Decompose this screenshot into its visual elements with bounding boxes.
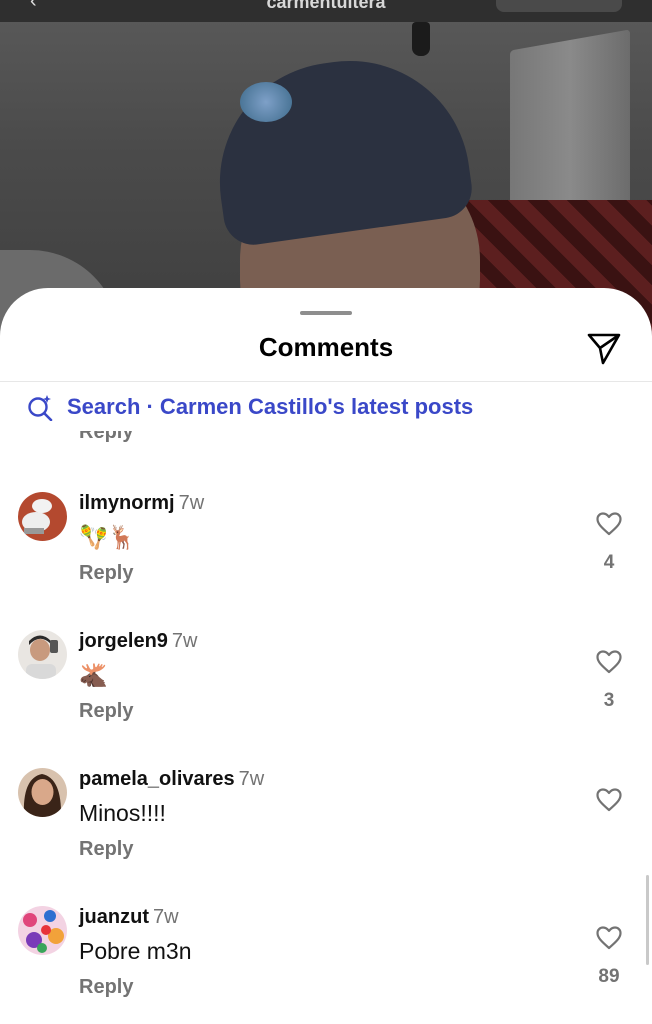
photo-ceiling-light — [412, 22, 430, 56]
comment-text: 🪇🦌 — [79, 524, 137, 550]
scrollbar[interactable] — [646, 875, 649, 965]
comment-text: Minos!!!! — [79, 800, 166, 826]
comment-time: 7w — [171, 630, 198, 652]
like-count: 89 — [598, 966, 620, 987]
avatar[interactable] — [18, 630, 67, 679]
post-top-bar: ‹ carmentultera — [0, 0, 652, 22]
like-count: 3 — [603, 690, 615, 711]
comment-item: juanzut 7w Pobre m3n Reply 89 — [0, 902, 652, 1024]
comment-username[interactable]: juanzut — [79, 906, 149, 928]
heart-icon[interactable] — [596, 650, 622, 674]
search-suggestion-text: Search · Carmen Castillo's latest posts — [67, 394, 474, 419]
reply-button[interactable]: Reply — [79, 700, 133, 723]
send-icon[interactable] — [586, 330, 622, 366]
comment-time: 7w — [178, 492, 205, 514]
search-sparkle-icon — [28, 395, 53, 421]
comment-item: pamela_olivares 7w Minos!!!! Reply — [0, 764, 652, 894]
photo-cap — [204, 45, 476, 249]
sheet-title: Comments — [258, 332, 394, 362]
reply-button[interactable]: Reply — [79, 976, 133, 999]
avatar[interactable] — [18, 768, 67, 817]
heart-icon[interactable] — [596, 788, 622, 812]
comment-text: Pobre m3n — [79, 938, 192, 964]
comment-username[interactable]: ilmynormj — [79, 492, 175, 514]
comment-header: ilmynormj 7w — [79, 492, 204, 515]
comment-item: ilmynormj 7w 🪇🦌 Reply 4 — [0, 488, 652, 618]
comments-sheet: Comments Search · Carmen Castillo's late… — [0, 288, 652, 1024]
comment-username[interactable]: pamela_olivares — [79, 768, 235, 790]
comment-time: 7w — [153, 906, 179, 928]
reply-button[interactable]: Reply — [79, 562, 133, 585]
header-divider — [0, 381, 652, 382]
comment-text: 🫎 — [79, 662, 108, 688]
comment-username[interactable]: jorgelen9 — [79, 630, 168, 652]
like-count: 4 — [603, 552, 615, 573]
comment-header: pamela_olivares 7w — [79, 768, 264, 791]
comment-time: 7w — [238, 768, 265, 790]
sheet-drag-handle[interactable] — [300, 311, 352, 315]
avatar[interactable] — [18, 492, 67, 541]
partial-reply-button[interactable]: Reply — [79, 431, 133, 447]
avatar[interactable] — [18, 906, 67, 955]
photo-cap-logo — [240, 82, 292, 122]
reply-button[interactable]: Reply — [79, 838, 133, 861]
comment-header: juanzut 7w — [79, 906, 179, 929]
search-suggestion-link[interactable]: Search · Carmen Castillo's latest posts — [26, 391, 473, 423]
comment-item: jorgelen9 7w 🫎 Reply 3 — [0, 626, 652, 756]
heart-icon[interactable] — [596, 512, 622, 536]
comment-header: jorgelen9 7w — [79, 630, 198, 653]
follow-button[interactable] — [496, 0, 622, 12]
heart-icon[interactable] — [596, 926, 622, 950]
